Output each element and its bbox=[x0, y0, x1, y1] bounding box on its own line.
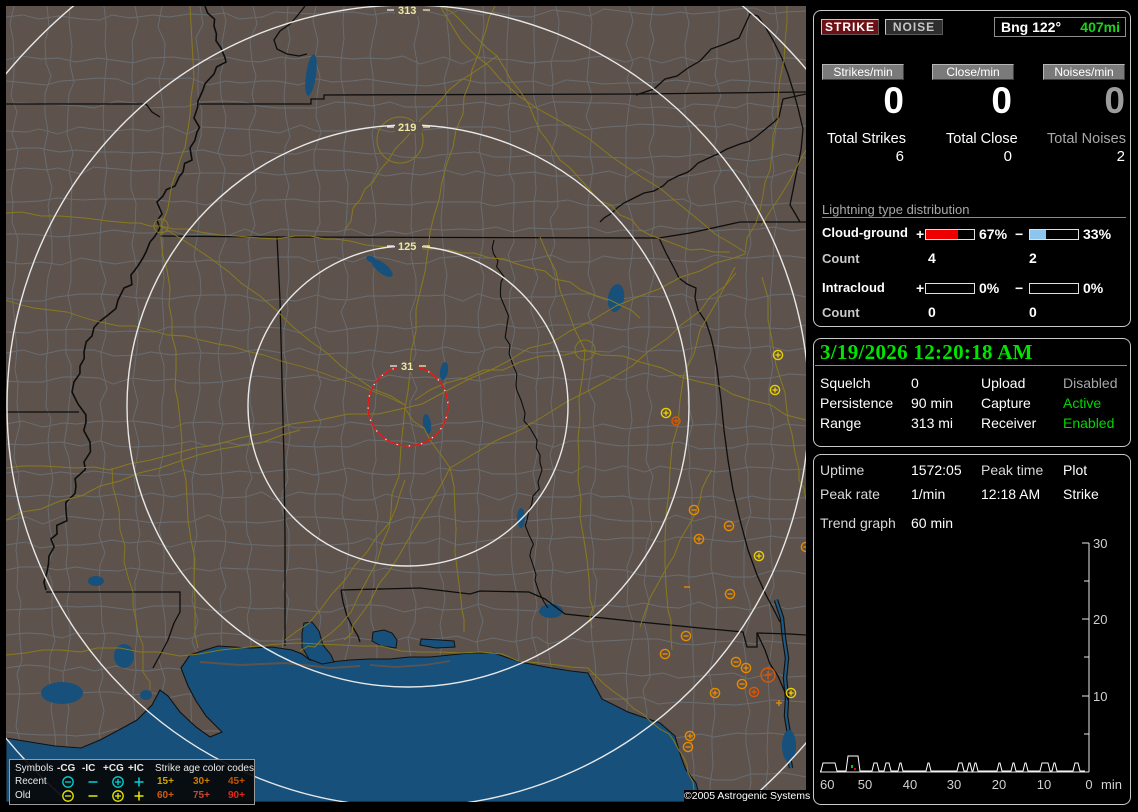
svg-text:10: 10 bbox=[1093, 689, 1107, 704]
svg-text:30: 30 bbox=[947, 777, 961, 792]
svg-text:313: 313 bbox=[398, 6, 416, 17]
svg-text:min: min bbox=[1101, 777, 1122, 792]
svg-text:60: 60 bbox=[820, 777, 834, 792]
svg-text:40: 40 bbox=[903, 777, 917, 792]
svg-text:20: 20 bbox=[992, 777, 1006, 792]
svg-text:219: 219 bbox=[398, 122, 416, 134]
svg-text:10: 10 bbox=[1037, 777, 1051, 792]
svg-text:20: 20 bbox=[1093, 612, 1107, 627]
svg-text:30: 30 bbox=[1093, 536, 1107, 551]
svg-text:0: 0 bbox=[1085, 777, 1092, 792]
svg-text:125: 125 bbox=[398, 241, 416, 253]
svg-text:31: 31 bbox=[401, 361, 413, 373]
svg-text:50: 50 bbox=[858, 777, 872, 792]
